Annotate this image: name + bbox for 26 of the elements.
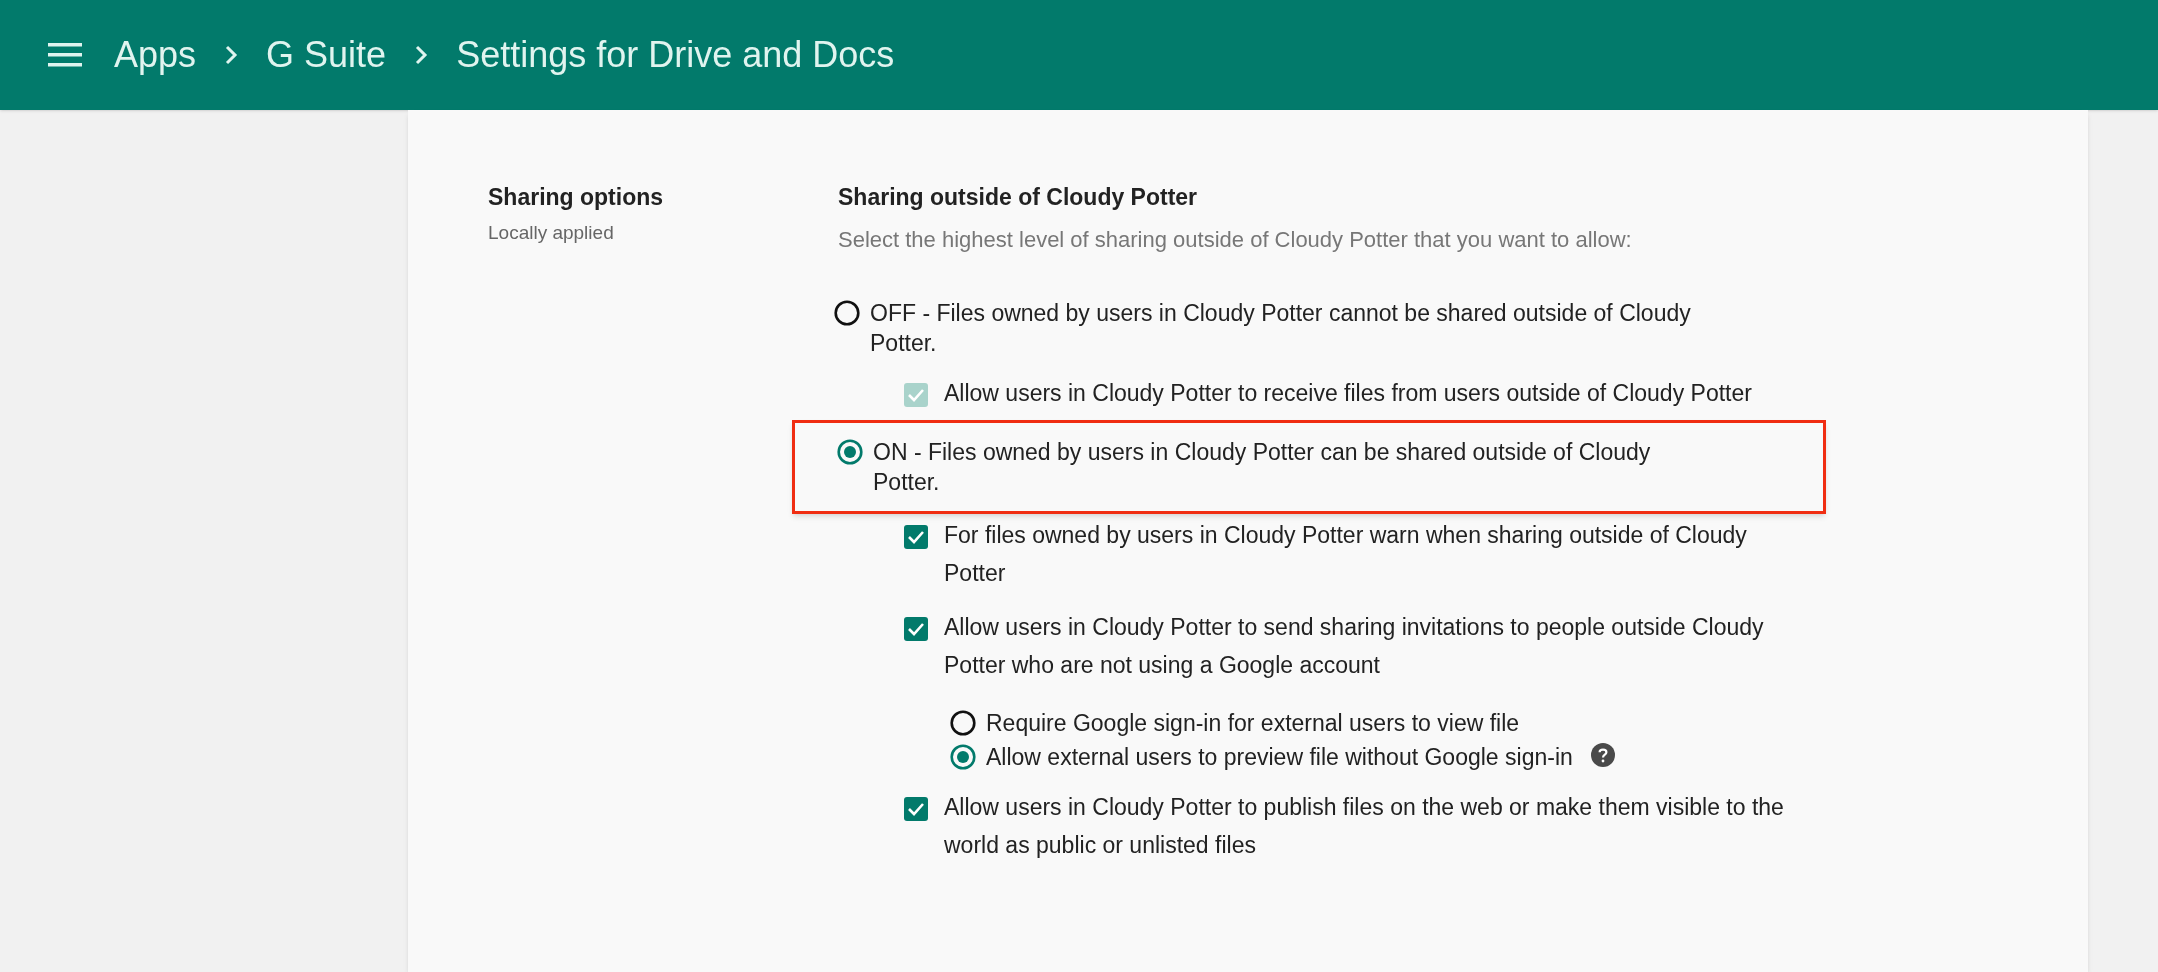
option-label: Allow users in Cloudy Potter to receive files from users outside of Cloudy Potter — [944, 378, 1753, 408]
chevron-right-icon — [224, 44, 239, 66]
option-label: Require Google sign-in for external users to view file — [986, 708, 1520, 738]
menu-icon[interactable] — [48, 42, 82, 68]
radio-selected[interactable] — [837, 438, 863, 465]
section-subtitle: Locally applied — [488, 220, 615, 245]
option-label: Allow users in Cloudy Potter to send sharing invitations to people outside Cloudy Potter who are not using a Google account — [944, 612, 1765, 680]
breadcrumb-link[interactable]: G Suite — [266, 28, 387, 82]
checkbox[interactable] — [904, 524, 928, 549]
option-label: ON - Files owned by users in Cloudy Potter can be shared outside of Cloudy Potter. — [873, 437, 1652, 497]
radio-selected[interactable] — [950, 743, 976, 770]
checkbox[interactable] — [904, 616, 928, 641]
breadcrumb-link[interactable]: Apps — [114, 28, 197, 82]
option-label: Allow external users to preview file without Google sign-in — [986, 742, 1573, 772]
section-title: Sharing options — [488, 183, 665, 212]
option-label: OFF - Files owned by users in Cloudy Potter cannot be shared outside of Cloudy Potter. — [870, 298, 1692, 358]
radio-button[interactable] — [950, 709, 976, 736]
setting-description: Select the highest level of sharing outside of Cloudy Potter that you want to allow: — [838, 225, 1633, 254]
radio-button[interactable] — [834, 299, 860, 326]
option-label: For files owned by users in Cloudy Potter warn when sharing outside of Cloudy Potter — [944, 520, 1748, 588]
setting-title: Sharing outside of Cloudy Potter — [838, 183, 1199, 212]
page-title: Settings for Drive and Docs — [456, 33, 895, 77]
help-icon[interactable] — [1590, 742, 1615, 767]
checkbox[interactable] — [904, 796, 928, 821]
chevron-right-icon — [414, 44, 429, 66]
option-label: Allow users in Cloudy Potter to publish files on the web or make them visible to the world as public or unlisted files — [944, 792, 1785, 860]
